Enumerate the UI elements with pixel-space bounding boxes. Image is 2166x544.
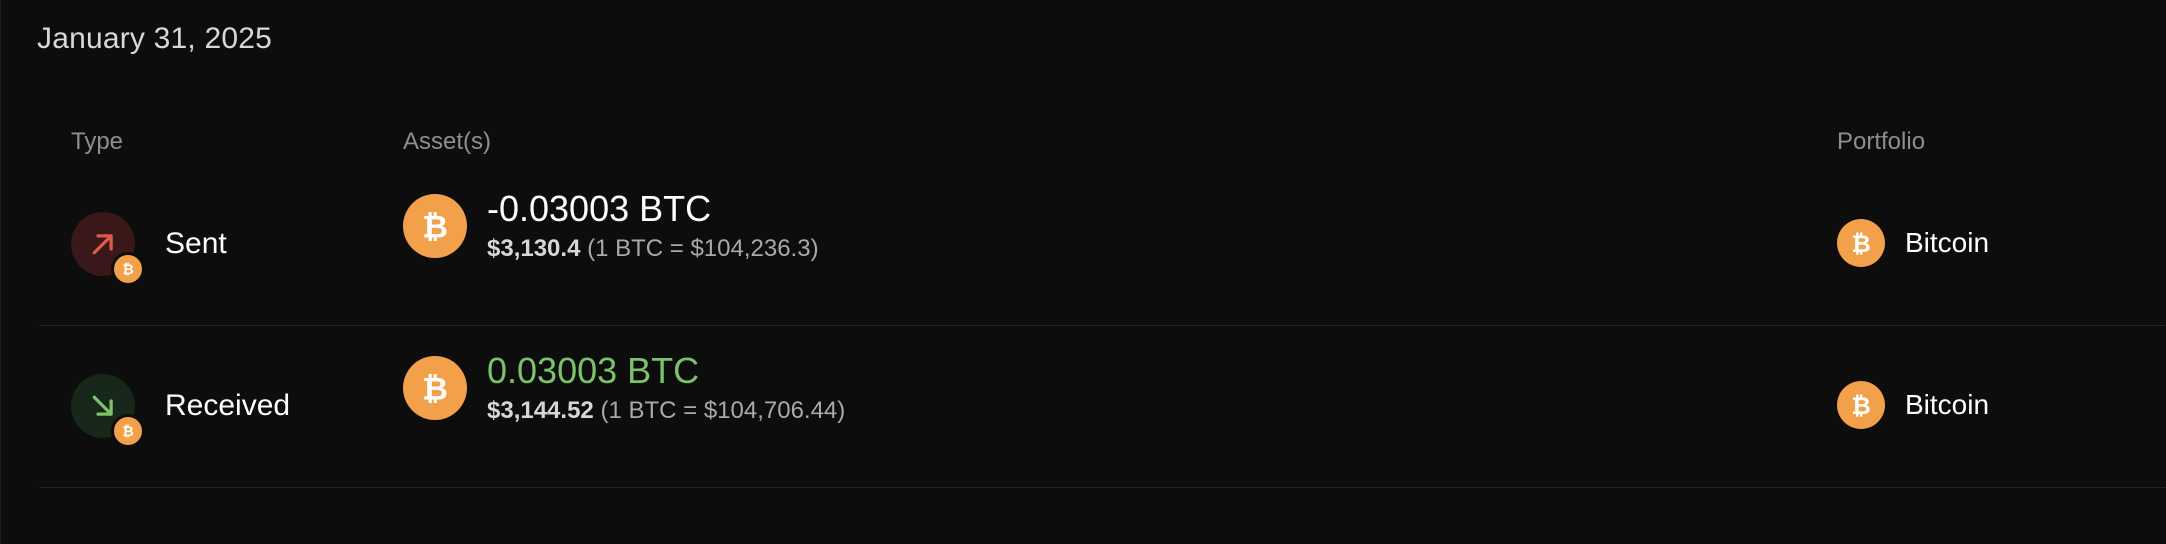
bitcoin-icon: ₿ [403, 194, 467, 258]
svg-text:₿: ₿ [122, 262, 134, 278]
column-header-assets: Asset(s) [403, 128, 492, 155]
portfolio-name: Bitcoin [1905, 389, 1990, 420]
column-header-type: Type [71, 128, 124, 155]
type-cell: ₿ Sent [71, 211, 227, 286]
asset-cell: ₿ 0.03003 BTC $3,144.52 (1 BTC = $104,70… [403, 349, 845, 427]
type-label: Sent [165, 227, 227, 260]
type-cell: ₿ Received [71, 373, 291, 448]
bitcoin-badge-icon: ₿ [111, 252, 145, 286]
arrow-down-right-icon [92, 395, 113, 416]
asset-fiat-line: $3,144.52 (1 BTC = $104,706.44) [487, 395, 845, 427]
portfolio-cell: ₿ Bitcoin [1837, 381, 1989, 429]
asset-cell: ₿ -0.03003 BTC $3,130.4 (1 BTC = $104,23… [403, 187, 819, 265]
received-type-icon: ₿ [71, 374, 145, 448]
svg-text:₿: ₿ [1851, 392, 1870, 420]
bitcoin-icon: ₿ [1837, 219, 1885, 267]
transaction-history-page: January 31, 2025 Type Asset(s) Portfolio… [0, 0, 2166, 544]
svg-text:₿: ₿ [1851, 230, 1870, 258]
svg-text:₿: ₿ [422, 210, 448, 246]
exchange-rate: (1 BTC = $104,236.3) [587, 235, 819, 262]
asset-amount: 0.03003 BTC [487, 350, 700, 391]
transaction-row-received[interactable]: ₿ Received ₿ 0.03003 BTC $3,144.52 (1 BT… [39, 325, 2166, 488]
arrow-up-right-icon [92, 234, 113, 255]
bitcoin-badge-icon: ₿ [111, 414, 145, 448]
fiat-value: $3,144.52 [487, 397, 594, 424]
portfolio-cell: ₿ Bitcoin [1837, 219, 1989, 267]
date-heading: January 31, 2025 [37, 22, 273, 55]
asset-fiat-line: $3,130.4 (1 BTC = $104,236.3) [487, 233, 819, 265]
bitcoin-icon: ₿ [1837, 381, 1885, 429]
sent-type-icon: ₿ [71, 212, 145, 286]
transaction-row-sent[interactable]: ₿ Sent ₿ -0.03003 BTC $3,130.4 (1 BTC = … [39, 163, 2166, 326]
svg-text:₿: ₿ [122, 424, 134, 440]
svg-text:₿: ₿ [422, 372, 448, 408]
type-label: Received [165, 389, 291, 422]
fiat-value: $3,130.4 [487, 235, 581, 262]
asset-amount: -0.03003 BTC [487, 188, 712, 229]
bitcoin-icon: ₿ [403, 356, 467, 420]
table-header: Type Asset(s) Portfolio [1, 128, 2166, 162]
column-header-portfolio: Portfolio [1837, 128, 1926, 155]
exchange-rate: (1 BTC = $104,706.44) [600, 397, 846, 424]
portfolio-name: Bitcoin [1905, 227, 1990, 258]
